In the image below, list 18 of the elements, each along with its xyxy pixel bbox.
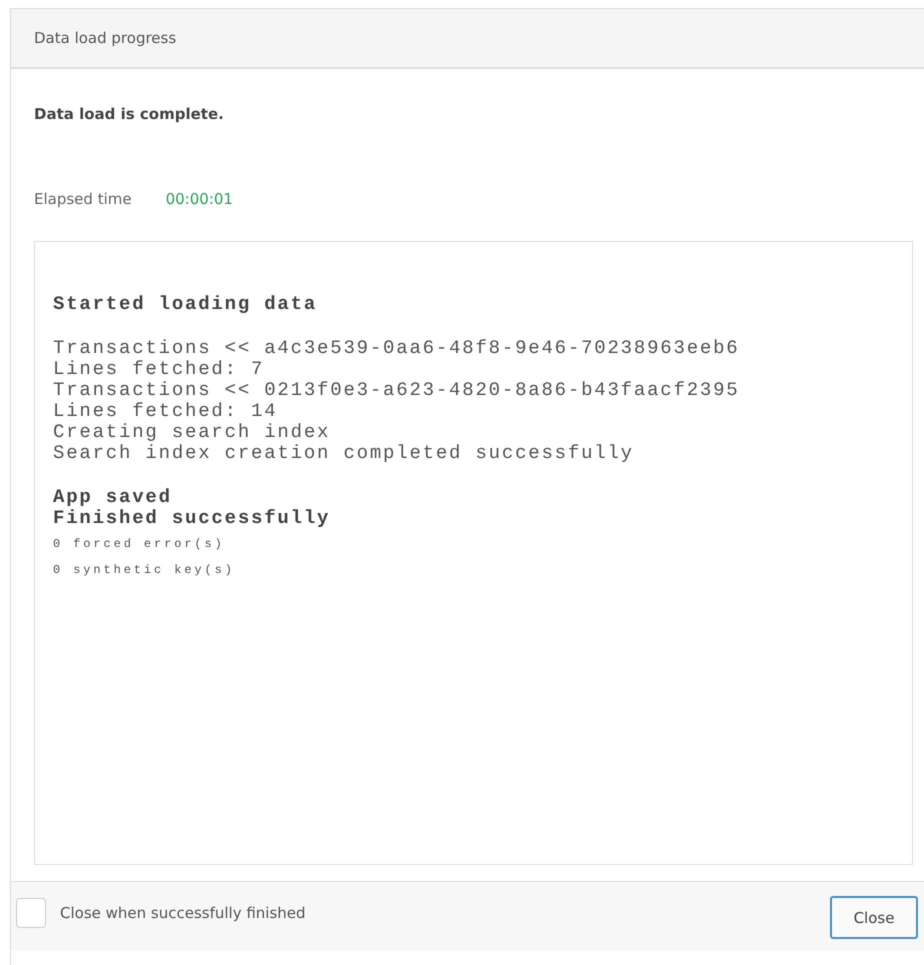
log-line: 0 synthetic key(s) (53, 562, 236, 579)
status-message: Data load is complete. (34, 105, 225, 123)
elapsed-label: Elapsed time (34, 190, 132, 208)
elapsed-time: 00:00:01 (166, 190, 233, 208)
checkbox[interactable] (16, 898, 46, 928)
log-line: Search index creation completed successfully (53, 443, 635, 464)
log-line: Transactions << a4c3e539-0aa6-48f8-9e46-70238963eeb6 (53, 338, 740, 359)
log-line: Lines fetched: 7 (53, 359, 266, 380)
log-line: App saved (53, 487, 173, 508)
log-line: Finished successfully (53, 508, 332, 529)
dialog-title: Data load progress (34, 29, 176, 47)
close-button[interactable]: Close (830, 896, 918, 939)
log-line: Lines fetched: 14 (53, 401, 278, 422)
log-line: 0 forced error(s) (53, 536, 226, 553)
checkbox-label: Close when successfully finished (60, 904, 306, 922)
log-line: Transactions << 0213f0e3-a623-4820-8a86-b43faacf2395 (53, 380, 740, 401)
log-line: Creating search index (53, 422, 332, 443)
log-line: Started loading data (53, 294, 318, 315)
